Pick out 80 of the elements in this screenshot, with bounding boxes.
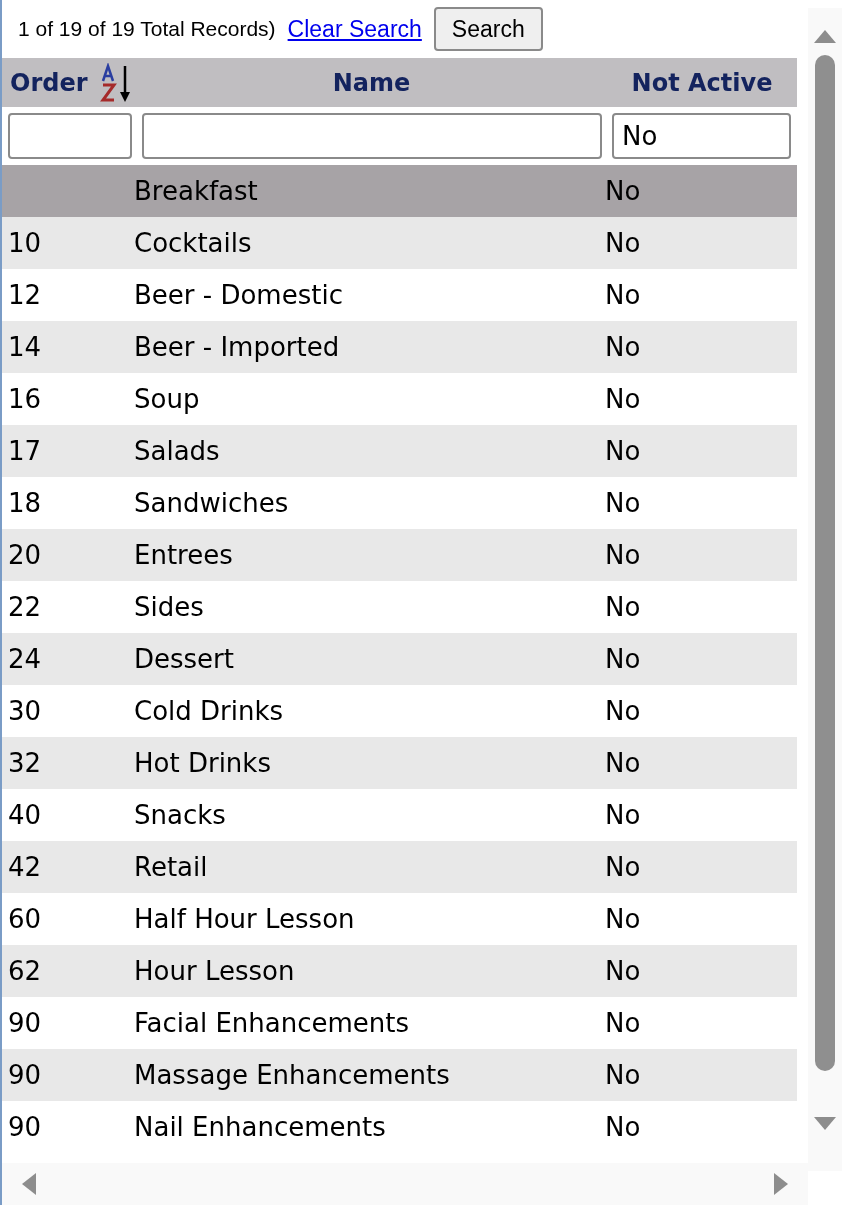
table-row[interactable]: 14 Beer - Imported No <box>2 321 797 373</box>
table-cell: 12 <box>8 279 42 310</box>
table-cell: Breakfast <box>134 175 258 206</box>
table-cell: No <box>605 487 641 518</box>
column-header[interactable]: Name <box>332 64 411 101</box>
table-cell: Sandwiches <box>134 487 289 518</box>
filter-field[interactable]: No <box>612 113 791 159</box>
table-cell: Facial Enhancements <box>134 1007 410 1038</box>
table-cell: 90 <box>8 1059 42 1090</box>
table-cell: 60 <box>8 903 42 934</box>
table-cell: 30 <box>8 695 42 726</box>
table-row[interactable]: 10 Cocktails No <box>2 217 797 269</box>
table-cell: 62 <box>8 955 42 986</box>
scroll-right-icon[interactable] <box>774 1173 788 1195</box>
table-cell: Entrees <box>134 539 233 570</box>
table-cell: No <box>605 227 641 258</box>
table-cell: Soup <box>134 383 200 414</box>
table-cell: No <box>605 955 641 986</box>
table-row[interactable]: 20 Entrees No <box>2 529 797 581</box>
table-cell: Salads <box>134 435 220 466</box>
table-cell: 14 <box>8 331 42 362</box>
table-cell: Beer - Domestic <box>134 279 343 310</box>
table-cell: No <box>605 591 641 622</box>
table-cell: 40 <box>8 799 42 830</box>
table-cell: 16 <box>8 383 42 414</box>
table-cell: 22 <box>8 591 42 622</box>
table-cell: Dessert <box>134 643 234 674</box>
table-cell: 17 <box>8 435 42 466</box>
table-cell: No <box>605 383 641 414</box>
column-header[interactable]: Order <box>10 62 136 103</box>
table-cell: No <box>605 331 641 362</box>
table-cell: Half Hour Lesson <box>134 903 355 934</box>
filter-field[interactable] <box>8 113 132 159</box>
table-cell: 10 <box>8 227 42 258</box>
table-cell: Cold Drinks <box>134 695 284 726</box>
table-cell: No <box>605 279 641 310</box>
table-cell: Massage Enhancements <box>134 1059 450 1090</box>
table-cell: No <box>605 1059 641 1090</box>
record-count: 1 of 19 of 19 Total Records) <box>18 16 276 43</box>
table-cell: 20 <box>8 539 42 570</box>
scroll-left-icon[interactable] <box>22 1173 36 1195</box>
table-cell: No <box>605 799 641 830</box>
table-row[interactable]: 32 Hot Drinks No <box>2 737 797 789</box>
search-button[interactable]: Search <box>433 7 543 51</box>
table-cell: Nail Enhancements <box>134 1111 386 1142</box>
table-cell: Hot Drinks <box>134 747 271 778</box>
table-cell: No <box>605 695 641 726</box>
table-row[interactable]: 90 Massage Enhancements No <box>2 1049 797 1101</box>
filter-field[interactable] <box>142 113 602 159</box>
table-row[interactable]: 62 Hour Lesson No <box>2 945 797 997</box>
table-cell: No <box>605 851 641 882</box>
table-cell: 42 <box>8 851 42 882</box>
table-cell: Cocktails <box>134 227 252 258</box>
table-cell: Beer - Imported <box>134 331 340 362</box>
table-row[interactable]: 42 Retail No <box>2 841 797 893</box>
clear-search-link[interactable]: Clear Search <box>287 11 422 47</box>
table-row[interactable]: 24 Dessert No <box>2 633 797 685</box>
table-cell: No <box>605 1111 641 1142</box>
scrollbar-thumb[interactable] <box>815 55 835 1071</box>
table-cell: Sides <box>134 591 204 622</box>
table-cell: 24 <box>8 643 42 674</box>
table-cell: No <box>605 435 641 466</box>
scroll-up-icon[interactable] <box>814 30 836 43</box>
table-cell: Snacks <box>134 799 226 830</box>
table-cell: No <box>605 747 641 778</box>
scroll-down-icon[interactable] <box>814 1117 836 1130</box>
table-cell: 32 <box>8 747 42 778</box>
table-cell: No <box>605 1007 641 1038</box>
table-cell: 90 <box>8 1111 42 1142</box>
table-cell: No <box>605 175 641 206</box>
table-cell: 90 <box>8 1007 42 1038</box>
table-cell: Retail <box>134 851 208 882</box>
table-cell: 18 <box>8 487 42 518</box>
table-cell: No <box>605 903 641 934</box>
table-row[interactable]: Breakfast No <box>2 165 797 217</box>
column-header[interactable]: Not Active <box>631 64 773 101</box>
table-row[interactable]: 17 Salads No <box>2 425 797 477</box>
table-cell: Hour Lesson <box>134 955 295 986</box>
table-cell: No <box>605 643 641 674</box>
table-cell: No <box>605 539 641 570</box>
